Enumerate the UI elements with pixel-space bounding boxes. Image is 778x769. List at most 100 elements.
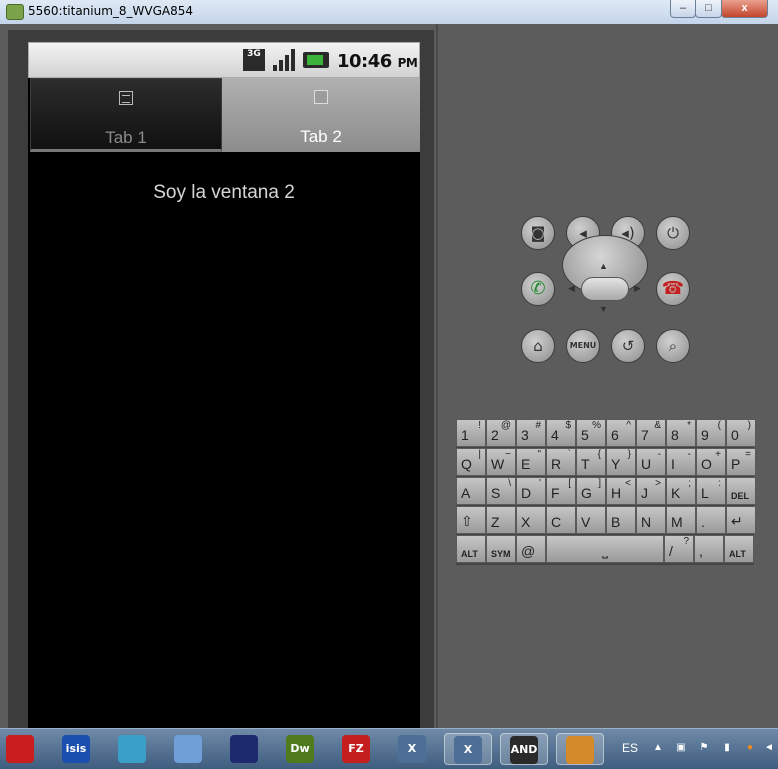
key-alt-label: < <box>625 478 631 489</box>
key-row3-4[interactable]: G] <box>576 477 606 505</box>
key-row2-6[interactable]: U- <box>636 448 666 476</box>
key-row1-8[interactable]: 9( <box>696 419 726 447</box>
key-row3-9[interactable]: DEL <box>726 477 756 505</box>
panel-divider <box>436 24 438 728</box>
key-row1-9[interactable]: 0) <box>726 419 756 447</box>
record-app-icon[interactable] <box>4 733 36 765</box>
key-label: U <box>641 456 652 472</box>
key-row2-0[interactable]: Q | <box>456 448 486 476</box>
key-row2-2[interactable]: E " <box>516 448 546 476</box>
tray-volume-icon[interactable]: ◄ <box>763 742 775 754</box>
key-row4-6[interactable]: N <box>636 506 666 534</box>
key-row3-3[interactable]: F[ <box>546 477 576 505</box>
key-label: S <box>491 485 501 501</box>
key-comma[interactable]: , <box>694 535 724 563</box>
x-app-icon-2[interactable]: X <box>444 733 492 765</box>
key-row1-5[interactable]: 6 ^ <box>606 419 636 447</box>
key-alt-label: ~ <box>505 449 511 460</box>
dreamweaver-app-icon[interactable]: Dw <box>284 733 316 765</box>
home-icon: ⌂ <box>533 337 543 355</box>
call-button[interactable]: ✆ <box>521 272 555 306</box>
window-icon <box>314 90 328 104</box>
key-row4-5[interactable]: B <box>606 506 636 534</box>
filezilla-app-icon-glyph: FZ <box>342 735 370 763</box>
dpad-right-icon[interactable]: ▶ <box>634 283 641 294</box>
tray-flag-icon[interactable]: ⚑ <box>698 742 710 754</box>
tab-2[interactable]: Tab 2 <box>222 78 420 152</box>
key-row3-0[interactable]: A <box>456 477 486 505</box>
key-space[interactable]: ⎵ <box>546 535 664 563</box>
dpad-down-icon[interactable]: ▼ <box>599 304 608 314</box>
key-row3-6[interactable]: J > <box>636 477 666 505</box>
back-button[interactable]: ↺ <box>611 329 645 363</box>
tray-signal-icon[interactable]: ▮ <box>721 742 733 754</box>
key-row3-1[interactable]: S \ <box>486 477 516 505</box>
key-sym[interactable]: SYM <box>486 535 516 563</box>
isis-app-icon[interactable]: isis <box>60 733 92 765</box>
camera-button[interactable]: ◙ <box>521 216 555 250</box>
key-row4-9[interactable]: ↵ <box>726 506 756 534</box>
key-row3-7[interactable]: K; <box>666 477 696 505</box>
close-button[interactable]: x <box>721 0 768 18</box>
key-row3-5[interactable]: H < <box>606 477 636 505</box>
tab-1[interactable]: Tab 1 <box>30 78 222 152</box>
key-row1-6[interactable]: 7 & <box>636 419 666 447</box>
power-button[interactable]: ⏻ <box>656 216 690 250</box>
key-row2-5[interactable]: Y} <box>606 448 636 476</box>
paint-app-icon-glyph <box>566 736 594 764</box>
android-app-icon[interactable]: AND <box>500 733 548 765</box>
key-slash[interactable]: /? <box>664 535 694 563</box>
dpad-center-button[interactable] <box>581 277 629 301</box>
key-row2-4[interactable]: T{ <box>576 448 606 476</box>
key-alt-label: ^ <box>626 420 631 431</box>
dpad-up-icon[interactable]: ▲ <box>599 261 608 271</box>
tray-app-icon[interactable]: ● <box>744 742 756 754</box>
minimize-button[interactable]: – <box>670 0 696 18</box>
key-alt-label: ( <box>717 420 721 431</box>
tray-network-icon[interactable]: ▣ <box>675 742 687 754</box>
key-row1-3[interactable]: 4 $ <box>546 419 576 447</box>
filezilla-app-icon[interactable]: FZ <box>340 733 372 765</box>
key-row1-1[interactable]: 2 @ <box>486 419 516 447</box>
battery-icon <box>303 52 329 68</box>
key-row2-3[interactable]: R ` <box>546 448 576 476</box>
paint-app-icon[interactable] <box>556 733 604 765</box>
key-row4-7[interactable]: M <box>666 506 696 534</box>
key-row3-8[interactable]: L: <box>696 477 726 505</box>
key-alt-right[interactable]: ALT <box>724 535 754 563</box>
key-label: W <box>491 456 505 472</box>
device-screen[interactable]: 3G 10:46 PM Tab 1 Tab 2 Soy la ventana 2 <box>28 42 420 732</box>
dpad-left-icon[interactable]: ◀ <box>568 283 575 294</box>
key-row4-3[interactable]: C <box>546 506 576 534</box>
key-row2-1[interactable]: W ~ <box>486 448 516 476</box>
key-row2-9[interactable]: P = <box>726 448 756 476</box>
home-button[interactable]: ⌂ <box>521 329 555 363</box>
key-row4-2[interactable]: X <box>516 506 546 534</box>
language-indicator[interactable]: ES <box>622 741 638 755</box>
key-row1-2[interactable]: 3 # <box>516 419 546 447</box>
key-alt-left[interactable]: ALT <box>456 535 486 563</box>
key-alt-label: ; <box>688 478 691 489</box>
search-button[interactable]: ⌕ <box>656 329 690 363</box>
tool-app-icon[interactable] <box>116 733 148 765</box>
key-row4-4[interactable]: V <box>576 506 606 534</box>
eclipse-app-icon[interactable] <box>228 733 260 765</box>
maximize-button[interactable]: □ <box>695 0 722 18</box>
key-row3-2[interactable]: D ' <box>516 477 546 505</box>
key-row4-1[interactable]: Z <box>486 506 516 534</box>
signal-strength-icon <box>273 49 297 71</box>
key-row1-0[interactable]: 1! <box>456 419 486 447</box>
x-app-icon-1[interactable]: X <box>396 733 428 765</box>
key-row4-0[interactable]: ⇧ <box>456 506 486 534</box>
key-row4-8[interactable]: . <box>696 506 726 534</box>
key-at[interactable]: @ <box>516 535 546 563</box>
tray-expand-icon[interactable]: ▲ <box>652 742 664 754</box>
key-row2-8[interactable]: O + <box>696 448 726 476</box>
menu-button[interactable]: MENU <box>566 329 600 363</box>
key-row2-7[interactable]: I- <box>666 448 696 476</box>
key-row1-7[interactable]: 8 * <box>666 419 696 447</box>
key-alt-label: ` <box>567 449 571 460</box>
end-call-button[interactable]: ☎ <box>656 272 690 306</box>
virtualbox-app-icon[interactable] <box>172 733 204 765</box>
key-row1-4[interactable]: 5% <box>576 419 606 447</box>
